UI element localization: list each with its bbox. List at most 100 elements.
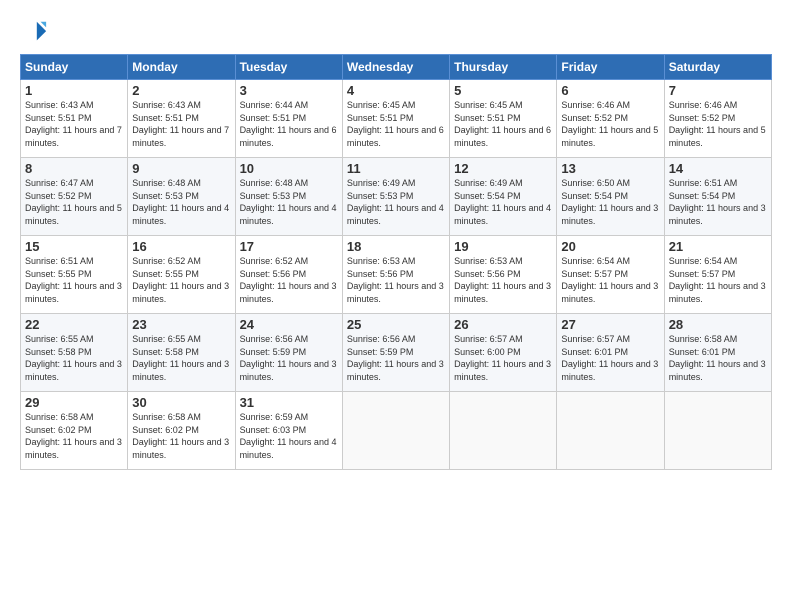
day-info: Sunrise: 6:47 AM Sunset: 5:52 PM Dayligh…	[25, 177, 123, 227]
calendar-body: 1 Sunrise: 6:43 AM Sunset: 5:51 PM Dayli…	[21, 80, 772, 470]
day-info: Sunrise: 6:46 AM Sunset: 5:52 PM Dayligh…	[561, 99, 659, 149]
day-number: 5	[454, 83, 552, 98]
calendar-week-row: 29 Sunrise: 6:58 AM Sunset: 6:02 PM Dayl…	[21, 392, 772, 470]
day-info: Sunrise: 6:54 AM Sunset: 5:57 PM Dayligh…	[669, 255, 767, 305]
logo	[20, 18, 50, 46]
table-row: 7 Sunrise: 6:46 AM Sunset: 5:52 PM Dayli…	[664, 80, 771, 158]
col-thursday: Thursday	[450, 55, 557, 80]
day-number: 21	[669, 239, 767, 254]
day-number: 14	[669, 161, 767, 176]
day-number: 27	[561, 317, 659, 332]
day-info: Sunrise: 6:43 AM Sunset: 5:51 PM Dayligh…	[25, 99, 123, 149]
day-number: 10	[240, 161, 338, 176]
col-tuesday: Tuesday	[235, 55, 342, 80]
day-number: 23	[132, 317, 230, 332]
day-number: 19	[454, 239, 552, 254]
day-number: 22	[25, 317, 123, 332]
day-info: Sunrise: 6:49 AM Sunset: 5:53 PM Dayligh…	[347, 177, 445, 227]
day-info: Sunrise: 6:48 AM Sunset: 5:53 PM Dayligh…	[132, 177, 230, 227]
day-number: 16	[132, 239, 230, 254]
table-row: 10 Sunrise: 6:48 AM Sunset: 5:53 PM Dayl…	[235, 158, 342, 236]
day-number: 30	[132, 395, 230, 410]
table-row: 25 Sunrise: 6:56 AM Sunset: 5:59 PM Dayl…	[342, 314, 449, 392]
table-row: 2 Sunrise: 6:43 AM Sunset: 5:51 PM Dayli…	[128, 80, 235, 158]
day-number: 9	[132, 161, 230, 176]
day-info: Sunrise: 6:43 AM Sunset: 5:51 PM Dayligh…	[132, 99, 230, 149]
table-row: 17 Sunrise: 6:52 AM Sunset: 5:56 PM Dayl…	[235, 236, 342, 314]
table-row	[450, 392, 557, 470]
day-info: Sunrise: 6:45 AM Sunset: 5:51 PM Dayligh…	[347, 99, 445, 149]
day-info: Sunrise: 6:50 AM Sunset: 5:54 PM Dayligh…	[561, 177, 659, 227]
day-number: 3	[240, 83, 338, 98]
table-row: 3 Sunrise: 6:44 AM Sunset: 5:51 PM Dayli…	[235, 80, 342, 158]
day-info: Sunrise: 6:46 AM Sunset: 5:52 PM Dayligh…	[669, 99, 767, 149]
calendar-week-row: 8 Sunrise: 6:47 AM Sunset: 5:52 PM Dayli…	[21, 158, 772, 236]
day-info: Sunrise: 6:58 AM Sunset: 6:02 PM Dayligh…	[132, 411, 230, 461]
day-info: Sunrise: 6:44 AM Sunset: 5:51 PM Dayligh…	[240, 99, 338, 149]
day-info: Sunrise: 6:48 AM Sunset: 5:53 PM Dayligh…	[240, 177, 338, 227]
col-wednesday: Wednesday	[342, 55, 449, 80]
header	[20, 18, 772, 46]
day-number: 20	[561, 239, 659, 254]
table-row: 9 Sunrise: 6:48 AM Sunset: 5:53 PM Dayli…	[128, 158, 235, 236]
day-number: 8	[25, 161, 123, 176]
day-info: Sunrise: 6:58 AM Sunset: 6:01 PM Dayligh…	[669, 333, 767, 383]
table-row: 14 Sunrise: 6:51 AM Sunset: 5:54 PM Dayl…	[664, 158, 771, 236]
day-number: 18	[347, 239, 445, 254]
day-number: 24	[240, 317, 338, 332]
day-info: Sunrise: 6:55 AM Sunset: 5:58 PM Dayligh…	[25, 333, 123, 383]
day-info: Sunrise: 6:58 AM Sunset: 6:02 PM Dayligh…	[25, 411, 123, 461]
day-info: Sunrise: 6:56 AM Sunset: 5:59 PM Dayligh…	[347, 333, 445, 383]
day-number: 12	[454, 161, 552, 176]
table-row	[664, 392, 771, 470]
calendar-week-row: 1 Sunrise: 6:43 AM Sunset: 5:51 PM Dayli…	[21, 80, 772, 158]
day-info: Sunrise: 6:57 AM Sunset: 6:01 PM Dayligh…	[561, 333, 659, 383]
table-row: 19 Sunrise: 6:53 AM Sunset: 5:56 PM Dayl…	[450, 236, 557, 314]
page: Sunday Monday Tuesday Wednesday Thursday…	[0, 0, 792, 612]
table-row: 29 Sunrise: 6:58 AM Sunset: 6:02 PM Dayl…	[21, 392, 128, 470]
table-row: 21 Sunrise: 6:54 AM Sunset: 5:57 PM Dayl…	[664, 236, 771, 314]
day-number: 17	[240, 239, 338, 254]
day-number: 11	[347, 161, 445, 176]
table-row: 30 Sunrise: 6:58 AM Sunset: 6:02 PM Dayl…	[128, 392, 235, 470]
day-number: 1	[25, 83, 123, 98]
table-row: 18 Sunrise: 6:53 AM Sunset: 5:56 PM Dayl…	[342, 236, 449, 314]
day-info: Sunrise: 6:54 AM Sunset: 5:57 PM Dayligh…	[561, 255, 659, 305]
day-info: Sunrise: 6:53 AM Sunset: 5:56 PM Dayligh…	[454, 255, 552, 305]
day-info: Sunrise: 6:51 AM Sunset: 5:55 PM Dayligh…	[25, 255, 123, 305]
day-number: 25	[347, 317, 445, 332]
col-friday: Friday	[557, 55, 664, 80]
day-number: 13	[561, 161, 659, 176]
day-number: 29	[25, 395, 123, 410]
table-row: 28 Sunrise: 6:58 AM Sunset: 6:01 PM Dayl…	[664, 314, 771, 392]
day-info: Sunrise: 6:59 AM Sunset: 6:03 PM Dayligh…	[240, 411, 338, 461]
day-info: Sunrise: 6:53 AM Sunset: 5:56 PM Dayligh…	[347, 255, 445, 305]
calendar-table: Sunday Monday Tuesday Wednesday Thursday…	[20, 54, 772, 470]
day-info: Sunrise: 6:45 AM Sunset: 5:51 PM Dayligh…	[454, 99, 552, 149]
table-row: 1 Sunrise: 6:43 AM Sunset: 5:51 PM Dayli…	[21, 80, 128, 158]
table-row: 13 Sunrise: 6:50 AM Sunset: 5:54 PM Dayl…	[557, 158, 664, 236]
day-number: 6	[561, 83, 659, 98]
day-number: 31	[240, 395, 338, 410]
table-row: 5 Sunrise: 6:45 AM Sunset: 5:51 PM Dayli…	[450, 80, 557, 158]
day-info: Sunrise: 6:52 AM Sunset: 5:55 PM Dayligh…	[132, 255, 230, 305]
table-row: 24 Sunrise: 6:56 AM Sunset: 5:59 PM Dayl…	[235, 314, 342, 392]
table-row: 31 Sunrise: 6:59 AM Sunset: 6:03 PM Dayl…	[235, 392, 342, 470]
day-info: Sunrise: 6:49 AM Sunset: 5:54 PM Dayligh…	[454, 177, 552, 227]
day-info: Sunrise: 6:52 AM Sunset: 5:56 PM Dayligh…	[240, 255, 338, 305]
col-monday: Monday	[128, 55, 235, 80]
table-row: 15 Sunrise: 6:51 AM Sunset: 5:55 PM Dayl…	[21, 236, 128, 314]
col-sunday: Sunday	[21, 55, 128, 80]
table-row: 11 Sunrise: 6:49 AM Sunset: 5:53 PM Dayl…	[342, 158, 449, 236]
day-number: 2	[132, 83, 230, 98]
table-row: 12 Sunrise: 6:49 AM Sunset: 5:54 PM Dayl…	[450, 158, 557, 236]
table-row: 27 Sunrise: 6:57 AM Sunset: 6:01 PM Dayl…	[557, 314, 664, 392]
day-number: 15	[25, 239, 123, 254]
calendar-header-row: Sunday Monday Tuesday Wednesday Thursday…	[21, 55, 772, 80]
table-row: 22 Sunrise: 6:55 AM Sunset: 5:58 PM Dayl…	[21, 314, 128, 392]
table-row: 4 Sunrise: 6:45 AM Sunset: 5:51 PM Dayli…	[342, 80, 449, 158]
table-row: 8 Sunrise: 6:47 AM Sunset: 5:52 PM Dayli…	[21, 158, 128, 236]
calendar-week-row: 22 Sunrise: 6:55 AM Sunset: 5:58 PM Dayl…	[21, 314, 772, 392]
calendar-week-row: 15 Sunrise: 6:51 AM Sunset: 5:55 PM Dayl…	[21, 236, 772, 314]
table-row: 6 Sunrise: 6:46 AM Sunset: 5:52 PM Dayli…	[557, 80, 664, 158]
